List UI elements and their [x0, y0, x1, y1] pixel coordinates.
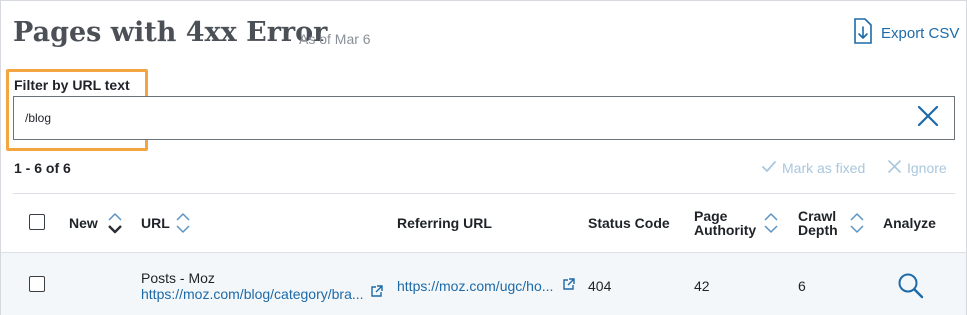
- mark-as-fixed-button[interactable]: Mark as fixed: [762, 160, 865, 176]
- export-csv-button[interactable]: Export CSV: [853, 18, 960, 48]
- row-page-title: Posts - Moz: [141, 270, 215, 286]
- column-header-url: URL: [141, 215, 170, 231]
- page-title: Pages with 4xx Error: [13, 17, 328, 48]
- sort-url-button[interactable]: [175, 212, 191, 239]
- row-checkbox[interactable]: [29, 276, 45, 292]
- ignore-button[interactable]: Ignore: [888, 160, 947, 176]
- export-csv-label: Export CSV: [881, 24, 960, 42]
- filter-label: Filter by URL text: [14, 77, 130, 93]
- row-page-authority: 42: [694, 278, 710, 294]
- sort-icon: [108, 213, 122, 234]
- sort-icon: [764, 213, 778, 233]
- download-file-icon: [853, 18, 881, 48]
- analyze-button[interactable]: [897, 272, 925, 305]
- column-header-page-authority-line2: Authority: [694, 222, 757, 238]
- sort-new-button[interactable]: [107, 212, 123, 239]
- checkmark-icon: [762, 160, 782, 176]
- external-link-icon[interactable]: [370, 285, 383, 303]
- search-icon: [898, 273, 924, 299]
- sort-crawl-depth-button[interactable]: [849, 212, 865, 239]
- divider: [13, 193, 955, 194]
- mark-as-fixed-label: Mark as fixed: [782, 160, 866, 176]
- column-header-analyze: Analyze: [883, 215, 936, 231]
- sort-page-authority-button[interactable]: [763, 212, 779, 239]
- sort-icon: [176, 213, 190, 233]
- column-header-referring-url: Referring URL: [397, 215, 492, 231]
- row-url-link[interactable]: https://moz.com/blog/category/bra...: [141, 286, 364, 302]
- row-referring-url-link[interactable]: https://moz.com/ugc/ho...: [397, 278, 553, 294]
- select-all-checkbox[interactable]: [29, 214, 45, 230]
- column-header-new: New: [69, 215, 98, 231]
- close-icon: [888, 160, 907, 176]
- filter-url-input[interactable]: [13, 96, 955, 140]
- column-header-status-code: Status Code: [588, 215, 670, 231]
- results-count: 1 - 6 of 6: [14, 160, 71, 176]
- sort-icon: [850, 213, 864, 233]
- column-header-page-authority-line1: Page: [694, 208, 728, 224]
- ignore-label: Ignore: [907, 160, 947, 176]
- row-status-code: 404: [588, 278, 612, 294]
- row-crawl-depth: 6: [798, 278, 806, 294]
- as-of-date: As of Mar 6: [299, 31, 371, 47]
- column-header-crawl-depth-line1: Crawl: [798, 208, 837, 224]
- external-link-icon[interactable]: [562, 278, 575, 296]
- close-icon: [917, 105, 939, 132]
- clear-filter-button[interactable]: [915, 105, 941, 131]
- column-header-crawl-depth-line2: Depth: [798, 222, 838, 238]
